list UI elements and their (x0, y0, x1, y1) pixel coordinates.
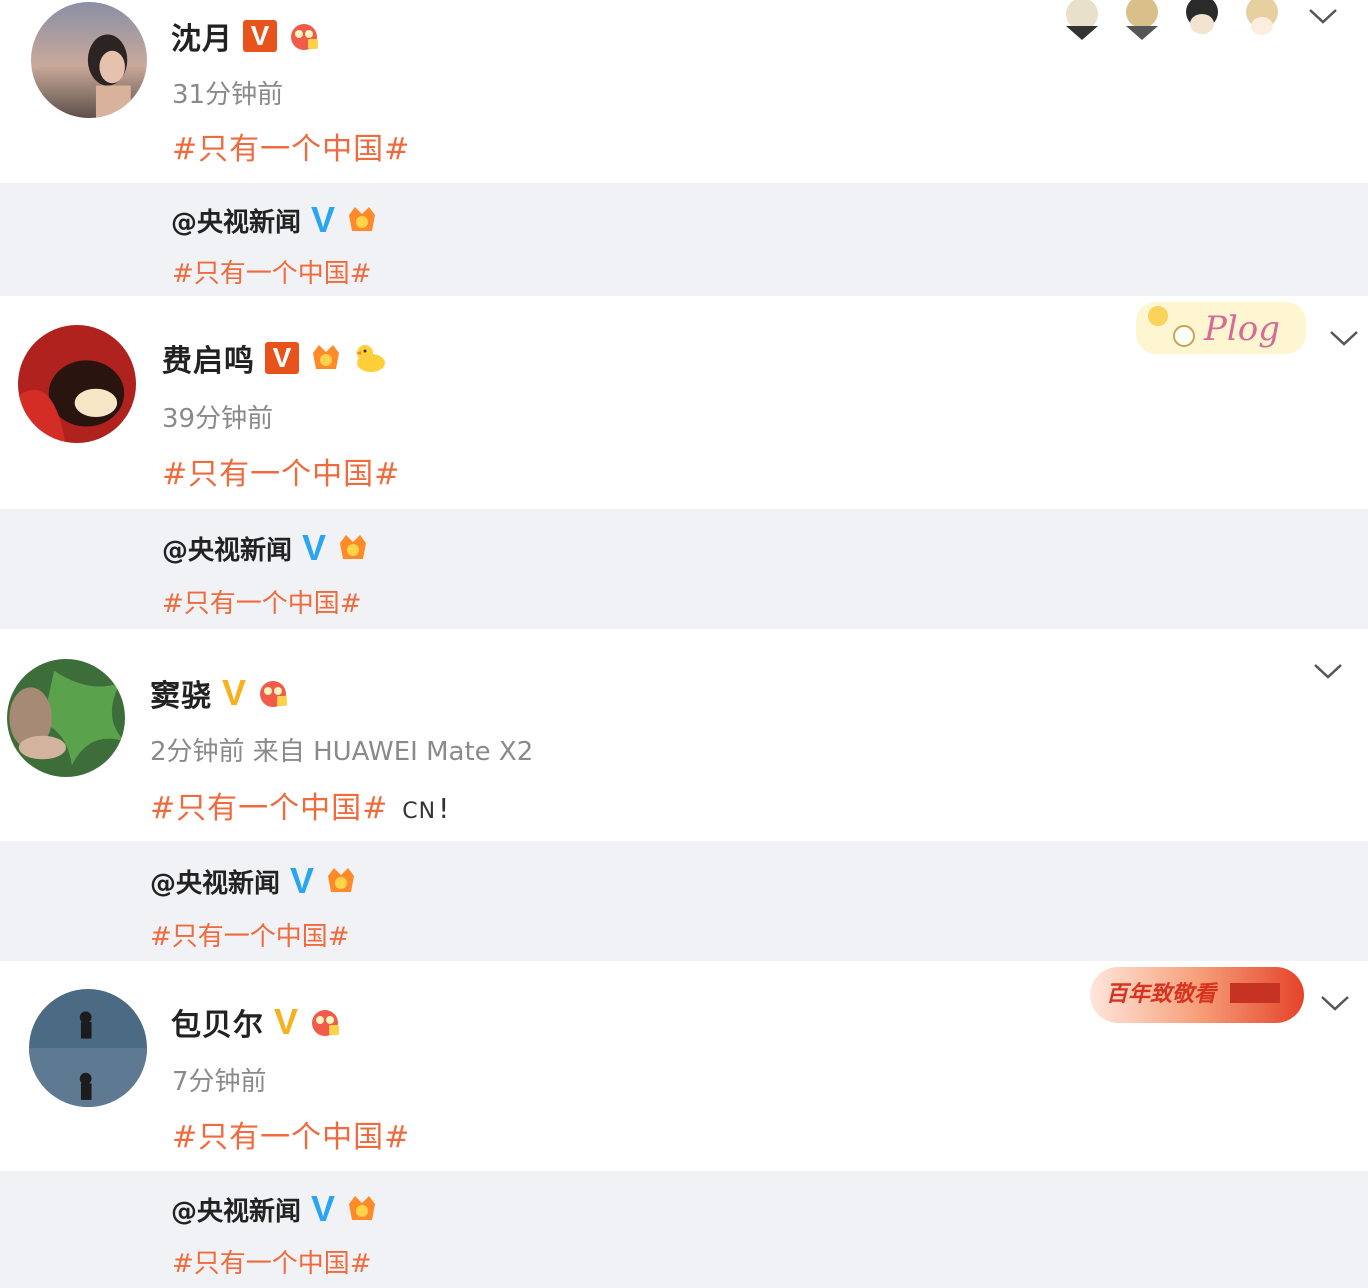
quoted-author-row: @央视新闻 V (150, 861, 358, 901)
quoted-topic-link[interactable]: #只有一个中国# (172, 253, 372, 290)
topic-link[interactable]: #只有一个中国# (172, 1112, 410, 1156)
retweet-quote[interactable]: @央视新闻 V #只有一个中国# (0, 183, 1368, 296)
avatar[interactable] (18, 325, 136, 443)
user-name-row: 费启鸣 V (162, 336, 387, 380)
retweet-quote[interactable]: @央视新闻 V #只有一个中国# (0, 841, 1368, 961)
more-chevron-icon[interactable] (1329, 328, 1359, 348)
topic-extra-text: CN (402, 799, 437, 824)
user-name-row: 沈月 V (171, 14, 321, 58)
verified-icon: V (222, 672, 247, 713)
membership-badge-icon (308, 1005, 342, 1039)
banner-sticker: 百年致敬看 (1080, 963, 1304, 1025)
user-name-row: 包贝尔 V (171, 1000, 342, 1044)
avatar[interactable] (29, 989, 147, 1107)
plog-text: Plog (1203, 309, 1280, 349)
retweet-quote[interactable]: @央视新闻 V #只有一个中国# (0, 509, 1368, 629)
crown-badge-icon (336, 531, 370, 565)
membership-badge-icon (287, 19, 321, 53)
verified-icon: V (302, 527, 327, 568)
post-time: 39分钟前 (162, 404, 274, 434)
banner-text: 百年致敬看 (1106, 981, 1219, 1007)
verified-icon: V (311, 1188, 336, 1229)
user-name[interactable]: 沈月 (171, 14, 233, 58)
crown-badge-icon (324, 864, 358, 898)
topic-text[interactable]: #只有一个中国# (150, 791, 388, 826)
verified-icon: V (290, 860, 315, 901)
quoted-topic-link[interactable]: #只有一个中国# (150, 916, 350, 953)
post-time: 7分钟前 (172, 1067, 267, 1097)
post-time: 2分钟前 来自 HUAWEI Mate X2 (150, 737, 534, 767)
post-card: 费启鸣 V 39分钟前 #只有一个中国# Plog (0, 296, 1368, 509)
post-time: 31分钟前 (172, 80, 284, 110)
user-name-row: 窦骁 V (150, 671, 290, 715)
quoted-author-row: @央视新闻 V (171, 200, 379, 240)
avatar[interactable] (31, 2, 147, 118)
more-chevron-icon[interactable] (1308, 6, 1338, 26)
verified-icon: V (274, 1001, 299, 1042)
crown-badge-icon (309, 341, 343, 375)
post-card: 包贝尔 V 7分钟前 #只有一个中国# 百年致敬看 (0, 961, 1368, 1171)
quoted-author[interactable]: @央视新闻 (171, 1191, 301, 1228)
more-chevron-icon[interactable] (1313, 661, 1343, 681)
user-name[interactable]: 窦骁 (150, 671, 212, 715)
duck-badge-icon (353, 341, 387, 375)
avatar[interactable] (7, 659, 125, 777)
crown-badge-icon (345, 203, 379, 237)
more-chevron-icon[interactable] (1320, 993, 1350, 1013)
quoted-author[interactable]: @央视新闻 (171, 202, 301, 239)
topic-link: #只有一个中国# CN! (150, 783, 450, 827)
topic-exclamation: ! (438, 792, 451, 825)
plog-sticker: Plog (1136, 298, 1306, 358)
quoted-topic-link[interactable]: #只有一个中国# (172, 1243, 372, 1280)
quoted-author[interactable]: @央视新闻 (150, 863, 280, 900)
retweet-quote[interactable]: @央视新闻 V #只有一个中国# (0, 1171, 1368, 1288)
sticker-decoration (1052, 0, 1292, 40)
user-name[interactable]: 包贝尔 (171, 1000, 264, 1044)
quoted-topic-link[interactable]: #只有一个中国# (162, 583, 362, 620)
verified-icon: V (311, 199, 336, 240)
crown-badge-icon (345, 1192, 379, 1226)
topic-link[interactable]: #只有一个中国# (162, 449, 400, 493)
quoted-author[interactable]: @央视新闻 (162, 530, 292, 567)
verified-icon: V (243, 20, 277, 52)
topic-link[interactable]: #只有一个中国# (172, 124, 410, 168)
post-card: 窦骁 V 2分钟前 来自 HUAWEI Mate X2 #只有一个中国# CN! (0, 629, 1368, 841)
post-card: 沈月 V 31分钟前 #只有一个中国# (0, 0, 1368, 183)
quoted-author-row: @央视新闻 V (171, 1189, 379, 1229)
user-name[interactable]: 费启鸣 (162, 336, 255, 380)
verified-icon: V (265, 342, 299, 374)
membership-badge-icon (256, 676, 290, 710)
quoted-author-row: @央视新闻 V (162, 528, 370, 568)
